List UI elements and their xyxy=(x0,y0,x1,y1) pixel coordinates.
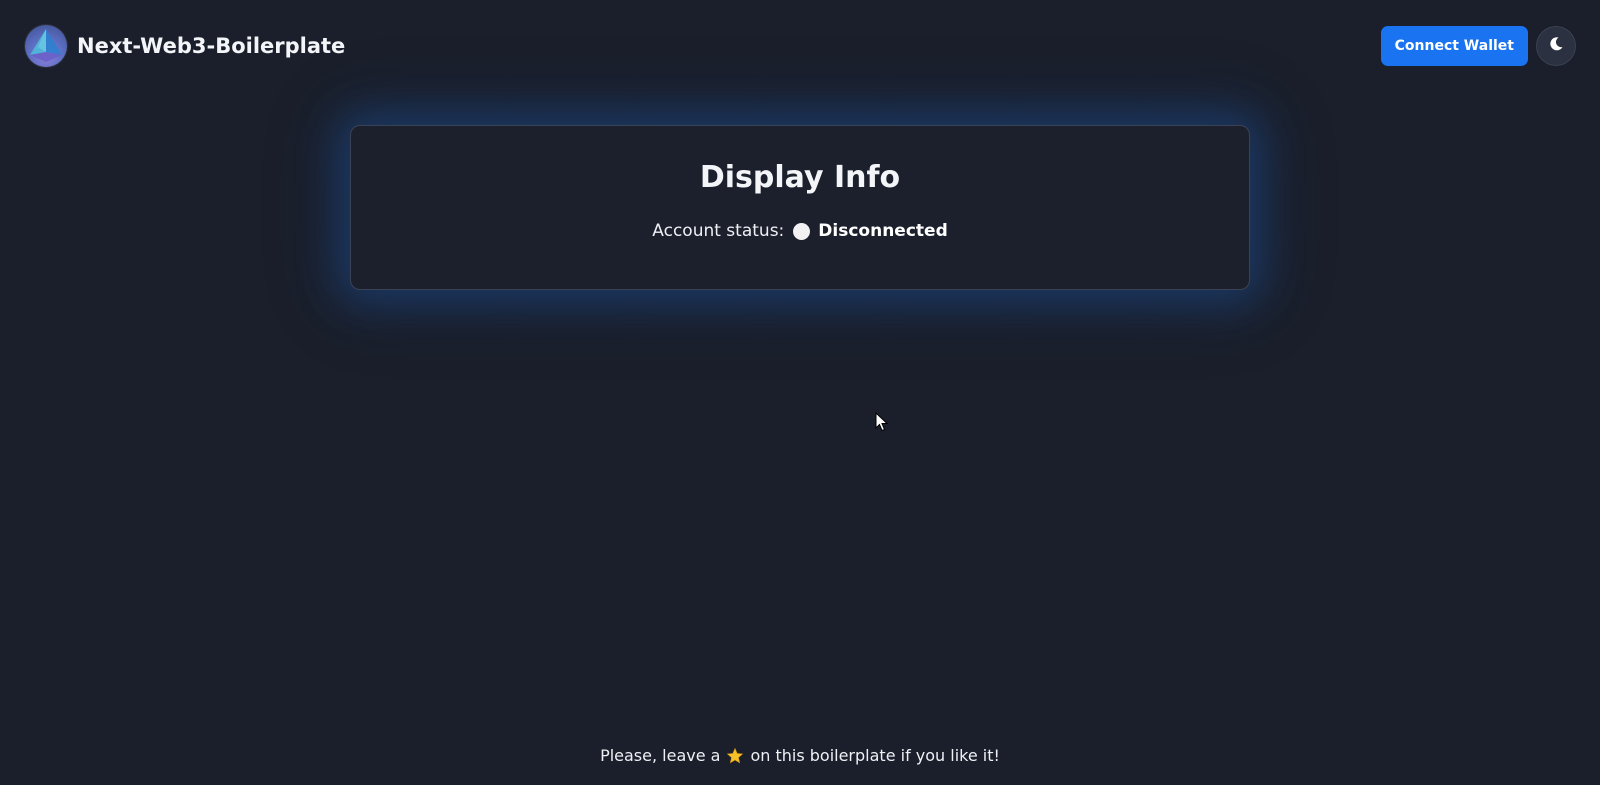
account-status-row: Account status: Disconnected xyxy=(652,221,947,241)
mouse-cursor-icon xyxy=(875,411,889,436)
top-navbar: Next-Web3-Boilerplate Connect Wallet xyxy=(0,0,1600,92)
pyramid-logo-icon xyxy=(25,25,67,67)
brand[interactable]: Next-Web3-Boilerplate xyxy=(25,25,345,67)
theme-toggle-button[interactable] xyxy=(1536,26,1576,66)
footer-text-before: Please, leave a xyxy=(600,746,721,765)
display-info-card: Display Info Account status: Disconnecte… xyxy=(350,125,1250,290)
app-title: Next-Web3-Boilerplate xyxy=(77,34,346,58)
page: Next-Web3-Boilerplate Connect Wallet Dis… xyxy=(0,0,1600,785)
card-title: Display Info xyxy=(699,160,901,195)
account-status-label: Account status: xyxy=(652,221,785,241)
moon-icon xyxy=(1548,36,1564,56)
header-actions: Connect Wallet xyxy=(1380,26,1576,66)
footer-text-after: on this boilerplate if you like it! xyxy=(750,746,1000,765)
status-dot-icon xyxy=(793,222,811,240)
footer: Please, leave a on this boilerplate if y… xyxy=(0,746,1600,765)
star-icon xyxy=(726,747,744,765)
account-status-value: Disconnected xyxy=(818,221,948,241)
display-info-card-wrapper: Display Info Account status: Disconnecte… xyxy=(350,125,1250,290)
connect-wallet-button[interactable]: Connect Wallet xyxy=(1380,26,1528,66)
